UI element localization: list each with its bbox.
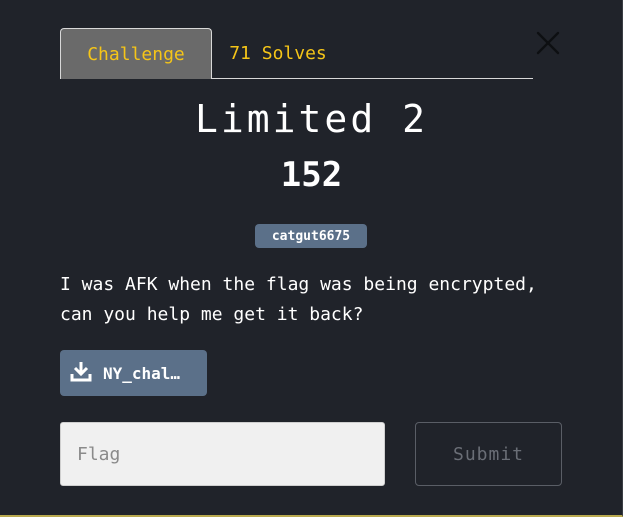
- challenge-title: Limited 2: [195, 97, 428, 141]
- flag-input[interactable]: [60, 422, 385, 486]
- submit-button[interactable]: Submit: [415, 422, 562, 486]
- file-name: NY_chal…: [103, 363, 181, 383]
- tab-bar: Challenge 71 Solves: [60, 28, 533, 79]
- close-icon[interactable]: [533, 30, 563, 56]
- author-tag: catgut6675: [255, 224, 367, 248]
- download-file-button[interactable]: NY_chal…: [60, 350, 207, 396]
- challenge-modal: Challenge 71 Solves Limited 2 152 catgut…: [0, 0, 623, 517]
- download-icon: [70, 360, 92, 386]
- challenge-description: I was AFK when the flag was being encryp…: [60, 274, 537, 325]
- tab-challenge[interactable]: Challenge: [60, 28, 212, 79]
- challenge-points: 152: [280, 155, 343, 195]
- tab-solves[interactable]: 71 Solves: [212, 28, 344, 79]
